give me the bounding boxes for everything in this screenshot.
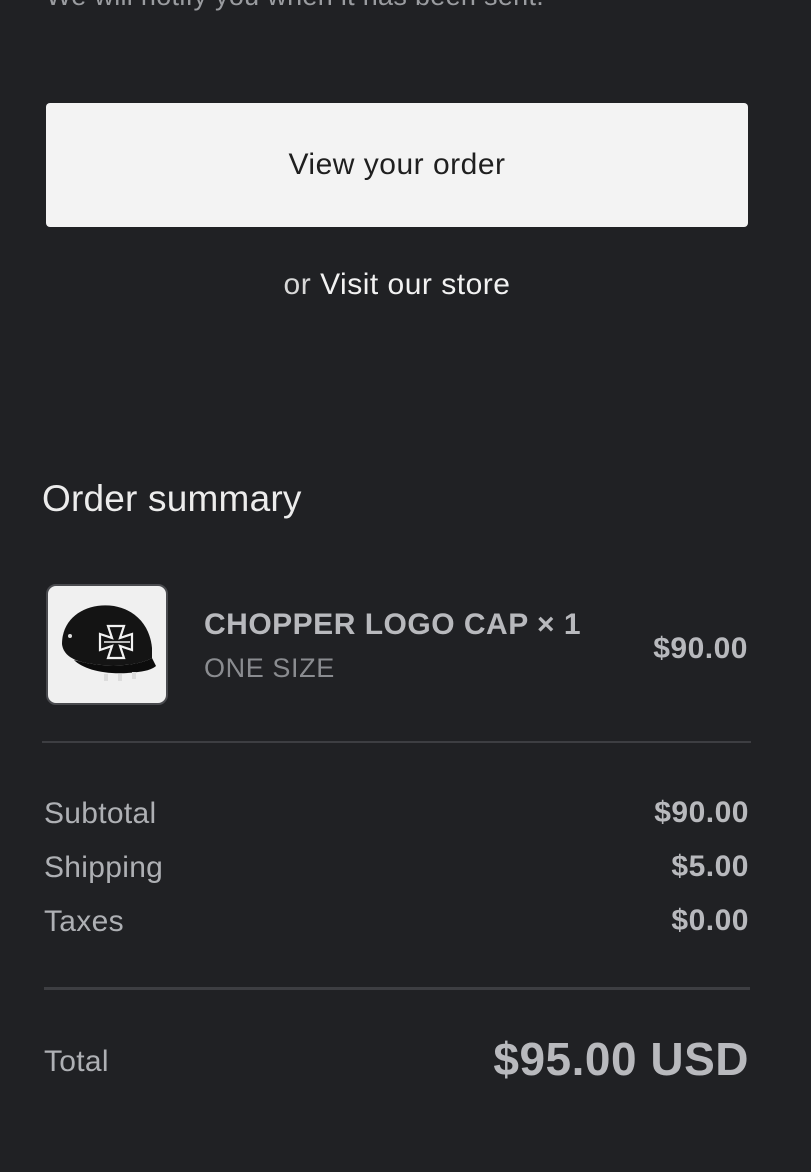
product-name: CHOPPER LOGO CAP × 1 bbox=[204, 608, 582, 641]
product-price: $90.00 bbox=[653, 632, 748, 665]
taxes-label: Taxes bbox=[44, 905, 124, 938]
product-variant: ONE SIZE bbox=[204, 653, 335, 683]
order-summary-title: Order summary bbox=[42, 478, 302, 519]
product-thumbnail bbox=[46, 584, 168, 705]
visit-store-link[interactable]: Visit our store bbox=[320, 268, 510, 301]
black-cap-product-image bbox=[62, 605, 156, 681]
total-divider bbox=[44, 987, 750, 990]
visit-store-line: or Visit our store bbox=[0, 268, 794, 302]
shipping-notice: We will notify you when it has been sent… bbox=[46, 0, 544, 12]
view-order-button[interactable]: View your order bbox=[46, 103, 748, 227]
or-text: or bbox=[283, 268, 312, 301]
shipping-value: $5.00 bbox=[671, 850, 749, 883]
total-label: Total bbox=[44, 1045, 109, 1078]
shipping-label: Shipping bbox=[44, 851, 164, 884]
subtotal-value: $90.00 bbox=[654, 796, 749, 829]
taxes-value: $0.00 bbox=[671, 904, 749, 937]
summary-divider bbox=[42, 741, 751, 743]
total-value: $95.00 USD bbox=[493, 1033, 749, 1085]
subtotal-label: Subtotal bbox=[44, 797, 157, 830]
